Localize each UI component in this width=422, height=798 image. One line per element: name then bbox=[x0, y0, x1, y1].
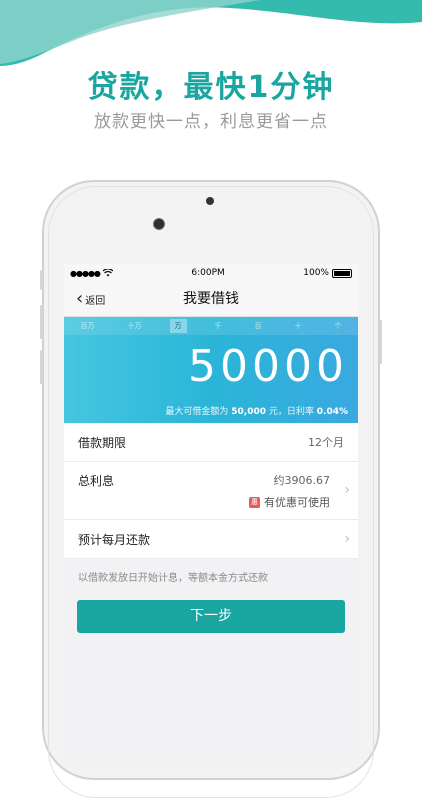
daily-rate-value: 0.04% bbox=[316, 407, 348, 417]
next-step-button[interactable]: 下一步 bbox=[77, 600, 345, 633]
unit-one[interactable]: 个 bbox=[330, 319, 347, 333]
banner-headline: 贷款，最快1分钟 bbox=[87, 70, 335, 105]
coupon-icon: 惠 bbox=[249, 496, 260, 508]
coupon-text: 有优惠可使用 bbox=[264, 496, 330, 509]
term-label: 借款期限 bbox=[78, 435, 127, 450]
status-bar: ●●●●● 6:00PM 100% bbox=[64, 264, 358, 282]
interest-row[interactable]: 总利息 约3906.67 惠 有优惠可使用 › bbox=[64, 462, 358, 520]
limit-info: 最大可借金额为 50,000 元，日利率 0.04% bbox=[165, 404, 348, 417]
limit-value: 50,000 bbox=[231, 407, 266, 417]
phone-side-button bbox=[40, 305, 43, 339]
status-time: 6:00PM bbox=[191, 268, 225, 278]
unit-hundred[interactable]: 百 bbox=[250, 319, 267, 333]
coupon-notice: 惠 有优惠可使用 bbox=[249, 494, 330, 510]
loan-form: 借款期限 12个月 总利息 约3906.67 惠 有优惠可使用 › 预计每月还款… bbox=[64, 423, 358, 559]
wifi-icon bbox=[102, 269, 113, 277]
chevron-right-icon: › bbox=[344, 482, 350, 498]
limit-prefix: 最大可借金额为 bbox=[165, 407, 229, 417]
app-screen: ●●●●● 6:00PM 100% ‹ 返回 我要借钱 百万 十万 万 千 百 … bbox=[64, 264, 358, 764]
signal-icon: ●●●●● bbox=[70, 268, 101, 278]
limit-mid: 元，日利率 bbox=[268, 407, 314, 417]
navigation-bar: ‹ 返回 我要借钱 bbox=[64, 282, 358, 317]
phone-camera bbox=[153, 218, 165, 230]
term-row[interactable]: 借款期限 12个月 bbox=[64, 423, 358, 462]
banner-subline: 放款更快一点，利息更省一点 bbox=[94, 112, 328, 132]
page-title: 我要借钱 bbox=[183, 291, 239, 307]
phone-side-button bbox=[379, 320, 382, 364]
term-value: 12个月 bbox=[308, 436, 344, 449]
phone-side-button bbox=[40, 270, 43, 290]
loan-amount-display[interactable]: 50000 bbox=[188, 341, 348, 392]
interest-label: 总利息 bbox=[78, 474, 115, 488]
chevron-right-icon: › bbox=[344, 531, 350, 547]
battery-icon bbox=[331, 268, 352, 278]
unit-ten-thousand[interactable]: 万 bbox=[169, 319, 187, 333]
unit-million[interactable]: 百万 bbox=[76, 319, 100, 333]
unit-thousand[interactable]: 千 bbox=[210, 319, 227, 333]
phone-speaker bbox=[206, 197, 214, 205]
battery-percent: 100% bbox=[303, 268, 329, 278]
interest-note: 以借款发放日开始计息，等额本金方式还款 bbox=[78, 573, 268, 584]
interest-value: 约3906.67 bbox=[273, 474, 331, 487]
unit-hundred-thousand[interactable]: 十万 bbox=[123, 319, 147, 333]
monthly-repayment-row[interactable]: 预计每月还款 › bbox=[64, 520, 358, 559]
phone-side-button bbox=[40, 350, 43, 384]
unit-ten[interactable]: 十 bbox=[290, 319, 307, 333]
amount-panel: 百万 十万 万 千 百 十 个 50000 最大可借金额为 50,000 元，日… bbox=[64, 317, 358, 423]
monthly-label: 预计每月还款 bbox=[78, 532, 151, 547]
digit-unit-selector: 百万 十万 万 千 百 十 个 bbox=[64, 317, 358, 335]
